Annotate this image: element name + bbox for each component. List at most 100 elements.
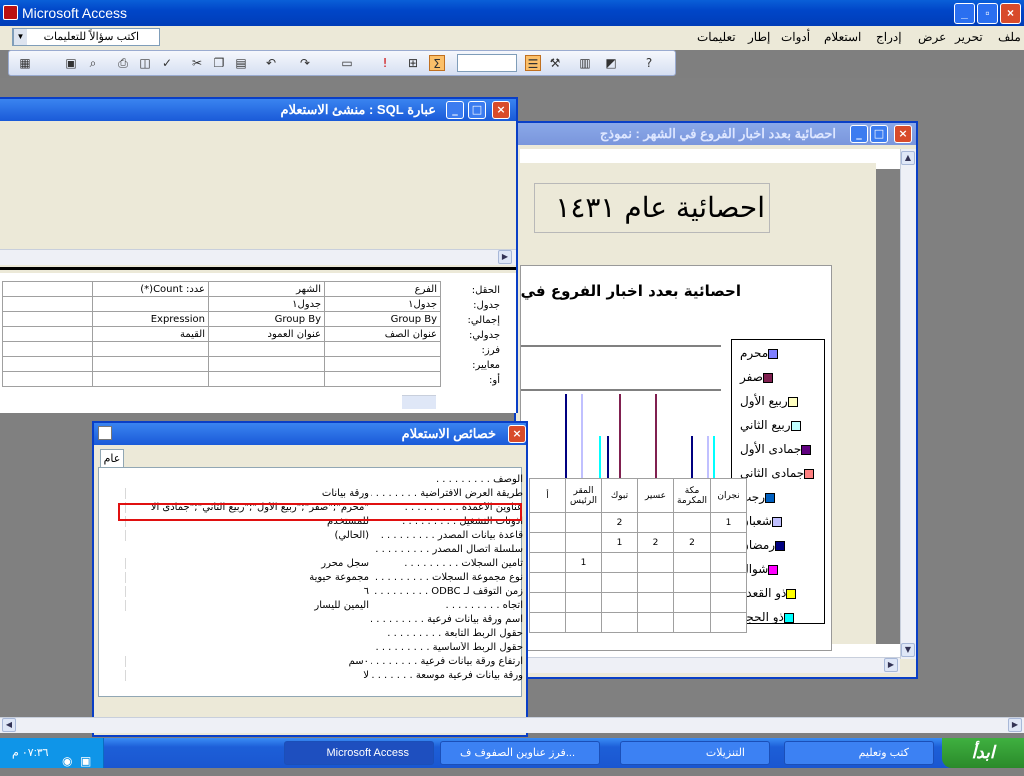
property-value[interactable]: مجموعة حيوية [125,572,369,583]
grid-cell[interactable] [92,341,209,357]
tab-general[interactable]: عام [100,449,124,467]
property-row[interactable]: اسم ورقة بيانات فرعية . . . . . . . . . [125,614,523,628]
scroll-right-icon[interactable]: ▶ [884,658,898,672]
property-value[interactable]: لا [125,670,369,681]
taskbar-item-browser[interactable]: فرز عناوين الصفوف ف... [440,741,600,765]
grid-cell[interactable] [2,311,93,327]
query-type-icon[interactable]: ▭ [339,55,355,71]
scroll-down-icon[interactable]: ▼ [901,643,915,657]
scroll-up-icon[interactable]: ▲ [901,151,915,165]
minimize-icon[interactable]: _ [850,125,868,143]
design-grid[interactable]: الفرع الشهر عدد: Count(*) جدول١ جدول١ Group B… [2,281,441,387]
network-icon[interactable]: ▣ [80,746,91,776]
paste-icon[interactable]: ▤ [233,55,249,71]
scroll-left-icon[interactable]: ◀ [2,718,16,732]
search-icon[interactable]: ⌕ [85,55,101,71]
property-row[interactable]: زمن التوقف لـ ODBC . . . . . . . . . ٦ [125,586,523,600]
property-row[interactable]: تأمين السجلات . . . . . . . . . سجل محرر [125,558,523,572]
minimize-icon[interactable]: _ [446,101,464,119]
form-hscroll[interactable]: ▶ [516,657,900,673]
property-row[interactable]: ورقة بيانات فرعية موسعة . . . . . . . . … [125,670,523,684]
property-value[interactable]: اليمين لليسار [125,600,369,611]
close-icon[interactable]: × [508,425,526,443]
minimize-icon[interactable]: _ [954,3,975,24]
menu-file[interactable]: ملف [998,30,1021,44]
show-table-icon[interactable]: ⊞ [405,55,421,71]
property-row[interactable]: حقول الربط الأساسية . . . . . . . . . [125,642,523,656]
workspace-hscroll[interactable]: ◀ ▶ [0,717,1024,733]
grid-cell[interactable] [2,341,93,357]
taskbar-item-access[interactable]: Microsoft Access [284,741,434,765]
property-row[interactable]: طريقة العرض الافتراضية . . . . . . . . .… [125,488,523,502]
menu-edit[interactable]: تحرير [955,30,983,44]
form-vscroll[interactable]: ▲ ▼ [900,149,916,659]
menu-tools[interactable]: أدوات [781,30,810,44]
grid-cell[interactable] [92,356,209,372]
property-value[interactable]: ٠سم [125,656,369,667]
grid-cell[interactable] [92,371,209,387]
run-icon[interactable]: ! [377,55,393,71]
scroll-right-icon[interactable]: ▶ [498,250,512,264]
grid-cell[interactable]: القيمة [92,326,209,342]
print-preview-icon[interactable]: ◫ [137,55,153,71]
property-row[interactable]: سلسلة اتصال المصدر . . . . . . . . . [125,544,523,558]
property-row[interactable]: قاعدة بيانات المصدر . . . . . . . . . (ال… [125,530,523,544]
grid-cell[interactable]: Group By [324,311,441,327]
restore-icon[interactable]: ▫ [977,3,998,24]
grid-cell[interactable] [324,356,441,372]
grid-cell[interactable] [2,281,93,297]
grid-cell[interactable]: عنوان الصف [324,326,441,342]
build-icon[interactable]: ⚒ [547,55,563,71]
taskbar-item-books[interactable]: كتب وتعليم [784,741,934,765]
property-row[interactable]: الوصف . . . . . . . . . [125,474,523,488]
menu-view[interactable]: عرض [918,30,946,44]
start-button[interactable]: ابدأ [942,738,1024,768]
menu-query[interactable]: استعلام [824,30,861,44]
menu-help[interactable]: تعليمات [697,30,736,44]
grid-cell[interactable]: الشهر [208,281,325,297]
cut-icon[interactable]: ✂ [189,55,205,71]
close-icon[interactable]: × [1000,3,1021,24]
spelling-icon[interactable]: ✓ [159,55,175,71]
new-object-icon[interactable]: ◩ [603,55,619,71]
view-icon[interactable]: ▦ [17,55,33,71]
taskbar-item-downloads[interactable]: التنزيلات [620,741,770,765]
grid-cell[interactable]: Group By [208,311,325,327]
redo-icon[interactable]: ↷ [297,55,313,71]
grid-hscroll[interactable] [402,395,436,409]
property-value[interactable]: (الحالي) [125,530,369,541]
grid-cell[interactable] [2,371,93,387]
property-row[interactable]: حقول الربط التابعة . . . . . . . . . [125,628,523,642]
properties-icon[interactable]: ☰ [525,55,541,71]
grid-cell[interactable]: عنوان العمود [208,326,325,342]
property-value[interactable]: سجل محرر [125,558,369,569]
property-row[interactable]: ارتفاع ورقة بيانات فرعية . . . . . . . .… [125,656,523,670]
grid-cell[interactable] [208,371,325,387]
maximize-icon[interactable]: □ [468,101,486,119]
grid-cell[interactable]: جدول١ [324,296,441,312]
grid-cell[interactable]: Expression [92,311,209,327]
maximize-icon[interactable]: □ [870,125,888,143]
pane-splitter[interactable] [0,267,516,270]
menu-window[interactable]: إطار [748,30,770,44]
database-window-icon[interactable]: ▥ [577,55,593,71]
table-pane-hscroll[interactable]: ▶ [0,249,516,265]
copy-icon[interactable]: ❐ [211,55,227,71]
chart-object[interactable]: احصائية بعدد اخبار الفروع في محرم صفر ربيع… [520,265,832,651]
property-value[interactable]: ورقة بيانات [125,488,369,499]
grid-cell[interactable]: الفرع [324,281,441,297]
help-question-box[interactable]: اكتب سؤالاً للتعليمات ▼ [12,28,160,46]
property-value[interactable]: ٦ [125,586,369,597]
property-row[interactable]: اتجاه . . . . . . . . . اليمين لليسار [125,600,523,614]
scroll-right-icon[interactable]: ▶ [1008,718,1022,732]
totals-icon[interactable]: Σ [429,55,445,71]
grid-cell[interactable] [324,371,441,387]
grid-cell[interactable]: جدول١ [208,296,325,312]
menu-insert[interactable]: إدراج [876,30,902,44]
grid-cell[interactable] [2,356,93,372]
save-icon[interactable]: ▣ [63,55,79,71]
dropdown-arrow-icon[interactable]: ▼ [13,29,27,45]
top-values-combo[interactable] [457,54,517,72]
grid-cell[interactable] [2,296,93,312]
undo-icon[interactable]: ↶ [263,55,279,71]
